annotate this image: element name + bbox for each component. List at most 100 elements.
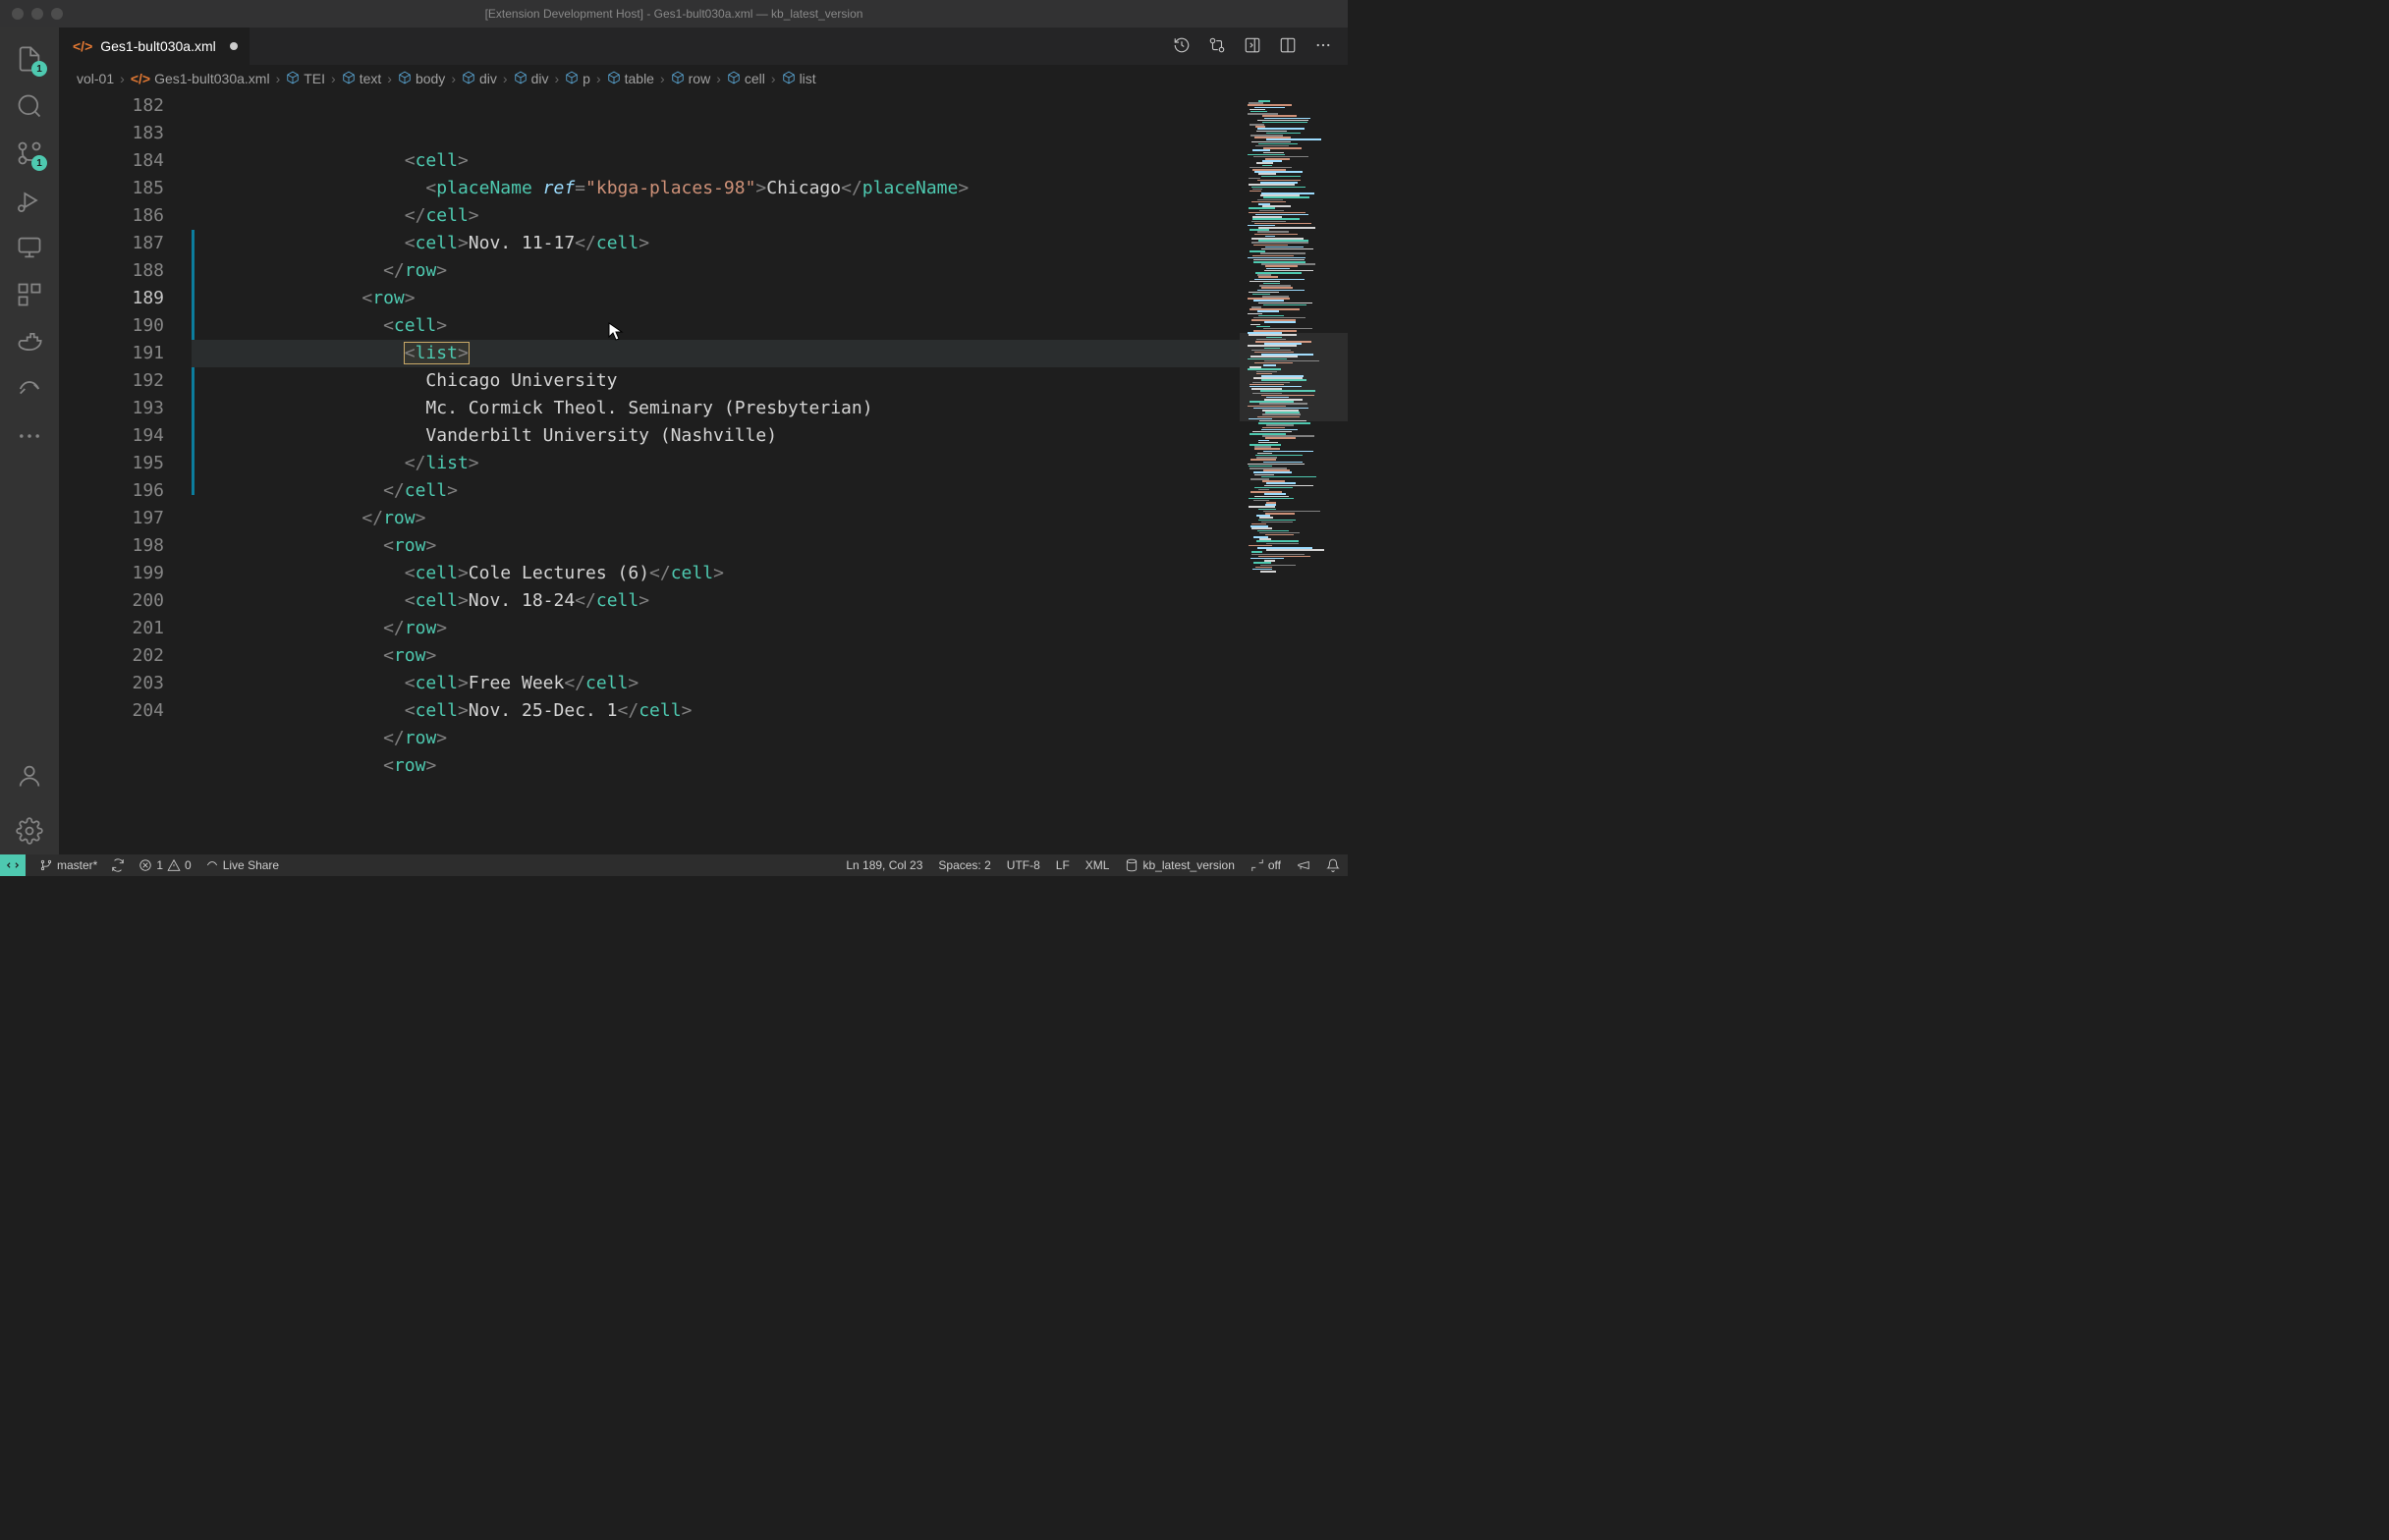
- code-line[interactable]: </row>: [192, 257, 1240, 285]
- sync-off-status[interactable]: off: [1250, 858, 1281, 872]
- breadcrumb-item[interactable]: TEI: [286, 71, 325, 87]
- code-line[interactable]: <cell>Free Week</cell>: [192, 670, 1240, 697]
- more-activity[interactable]: [6, 412, 53, 460]
- code-line[interactable]: Mc. Cormick Theol. Seminary (Presbyteria…: [192, 395, 1240, 422]
- code-line[interactable]: <cell>Nov. 18-24</cell>: [192, 587, 1240, 615]
- indentation-status[interactable]: Spaces: 2: [938, 858, 990, 872]
- minimap[interactable]: [1240, 92, 1348, 854]
- breadcrumb-item[interactable]: row: [671, 71, 711, 87]
- breadcrumb-item[interactable]: cell: [727, 71, 765, 87]
- line-number[interactable]: 201: [59, 615, 164, 642]
- remote-indicator[interactable]: [0, 854, 26, 876]
- share-activity[interactable]: [6, 365, 53, 412]
- close-window-button[interactable]: [12, 8, 24, 20]
- line-number[interactable]: 200: [59, 587, 164, 615]
- line-number[interactable]: 185: [59, 175, 164, 202]
- code-line[interactable]: </row>: [192, 615, 1240, 642]
- line-number[interactable]: 189: [59, 285, 164, 312]
- breadcrumb-item[interactable]: </>Ges1-bult030a.xml: [131, 71, 270, 86]
- code-line[interactable]: </cell>: [192, 477, 1240, 505]
- code-line[interactable]: </cell>: [192, 202, 1240, 230]
- code-line[interactable]: Chicago University: [192, 367, 1240, 395]
- breadcrumb-item[interactable]: text: [342, 71, 382, 87]
- split-editor-button[interactable]: [1279, 36, 1297, 57]
- symbol-icon: [398, 71, 412, 87]
- code-line[interactable]: <row>: [192, 642, 1240, 670]
- line-number[interactable]: 195: [59, 450, 164, 477]
- breadcrumb-item[interactable]: list: [782, 71, 816, 87]
- liveshare-status[interactable]: Live Share: [205, 858, 279, 872]
- workspace-status[interactable]: kb_latest_version: [1125, 858, 1234, 872]
- code-line[interactable]: <cell>Nov. 11-17</cell>: [192, 230, 1240, 257]
- editor-body[interactable]: 1821831841851861871881891901911921931941…: [59, 92, 1348, 854]
- breadcrumb-item[interactable]: vol-01: [77, 71, 114, 86]
- tab-file[interactable]: </> Ges1-bult030a.xml: [59, 28, 250, 65]
- line-number[interactable]: 204: [59, 697, 164, 725]
- line-number[interactable]: 186: [59, 202, 164, 230]
- breadcrumb-item[interactable]: div: [462, 71, 497, 87]
- line-number[interactable]: 193: [59, 395, 164, 422]
- breadcrumb-item[interactable]: p: [565, 71, 590, 87]
- problems-status[interactable]: 1 0: [139, 858, 191, 872]
- code-line[interactable]: <list>: [192, 340, 1240, 367]
- line-number[interactable]: 194: [59, 422, 164, 450]
- settings-activity[interactable]: [6, 807, 53, 854]
- maximize-window-button[interactable]: [51, 8, 63, 20]
- timeline-button[interactable]: [1173, 36, 1191, 57]
- line-number[interactable]: 187: [59, 230, 164, 257]
- line-number[interactable]: 190: [59, 312, 164, 340]
- line-number[interactable]: 198: [59, 532, 164, 560]
- more-actions-button[interactable]: [1314, 36, 1332, 57]
- code-line[interactable]: <cell>: [192, 147, 1240, 175]
- toggle-panel-button[interactable]: [1244, 36, 1261, 57]
- account-activity[interactable]: [6, 752, 53, 799]
- feedback-status[interactable]: [1297, 858, 1310, 872]
- eol-status[interactable]: LF: [1056, 858, 1070, 872]
- branch-icon: [39, 858, 53, 872]
- code-line[interactable]: Vanderbilt University (Nashville): [192, 422, 1240, 450]
- debug-activity[interactable]: [6, 177, 53, 224]
- scm-activity[interactable]: 1: [6, 130, 53, 177]
- breadcrumb-item[interactable]: body: [398, 71, 445, 87]
- docker-activity[interactable]: [6, 318, 53, 365]
- notifications-status[interactable]: [1326, 858, 1340, 872]
- minimap-viewport[interactable]: [1240, 333, 1348, 421]
- code-line[interactable]: <row>: [192, 285, 1240, 312]
- line-number[interactable]: 192: [59, 367, 164, 395]
- search-activity[interactable]: [6, 82, 53, 130]
- line-number[interactable]: 182: [59, 92, 164, 120]
- encoding-status[interactable]: UTF-8: [1007, 858, 1040, 872]
- extensions-activity[interactable]: [6, 271, 53, 318]
- code-line[interactable]: <cell>Nov. 25-Dec. 1</cell>: [192, 697, 1240, 725]
- code-line[interactable]: <row>: [192, 532, 1240, 560]
- breadcrumbs[interactable]: vol-01›</>Ges1-bult030a.xml›TEI›text›bod…: [59, 65, 1348, 92]
- code-line[interactable]: <placeName ref="kbga-places-98">Chicago<…: [192, 175, 1240, 202]
- line-number[interactable]: 199: [59, 560, 164, 587]
- code-line[interactable]: </row>: [192, 505, 1240, 532]
- language-status[interactable]: XML: [1085, 858, 1110, 872]
- line-number[interactable]: 202: [59, 642, 164, 670]
- explorer-activity[interactable]: 1: [6, 35, 53, 82]
- line-number[interactable]: 188: [59, 257, 164, 285]
- code-line[interactable]: <cell>: [192, 312, 1240, 340]
- minimize-window-button[interactable]: [31, 8, 43, 20]
- code-line[interactable]: </row>: [192, 725, 1240, 752]
- symbol-icon: [607, 71, 621, 87]
- compare-button[interactable]: [1208, 36, 1226, 57]
- breadcrumb-item[interactable]: table: [607, 71, 654, 87]
- code-line[interactable]: <cell>Cole Lectures (6)</cell>: [192, 560, 1240, 587]
- line-number[interactable]: 191: [59, 340, 164, 367]
- breadcrumb-item[interactable]: div: [514, 71, 549, 87]
- remote-explorer-activity[interactable]: [6, 224, 53, 271]
- line-number[interactable]: 197: [59, 505, 164, 532]
- line-number[interactable]: 196: [59, 477, 164, 505]
- sync-status[interactable]: [111, 858, 125, 872]
- line-number[interactable]: 183: [59, 120, 164, 147]
- code-line[interactable]: <row>: [192, 752, 1240, 780]
- line-number[interactable]: 184: [59, 147, 164, 175]
- branch-status[interactable]: master*: [39, 858, 97, 872]
- code-content[interactable]: <cell> <placeName ref="kbga-places-98">C…: [192, 92, 1240, 854]
- code-line[interactable]: </list>: [192, 450, 1240, 477]
- cursor-position[interactable]: Ln 189, Col 23: [846, 858, 922, 872]
- line-number[interactable]: 203: [59, 670, 164, 697]
